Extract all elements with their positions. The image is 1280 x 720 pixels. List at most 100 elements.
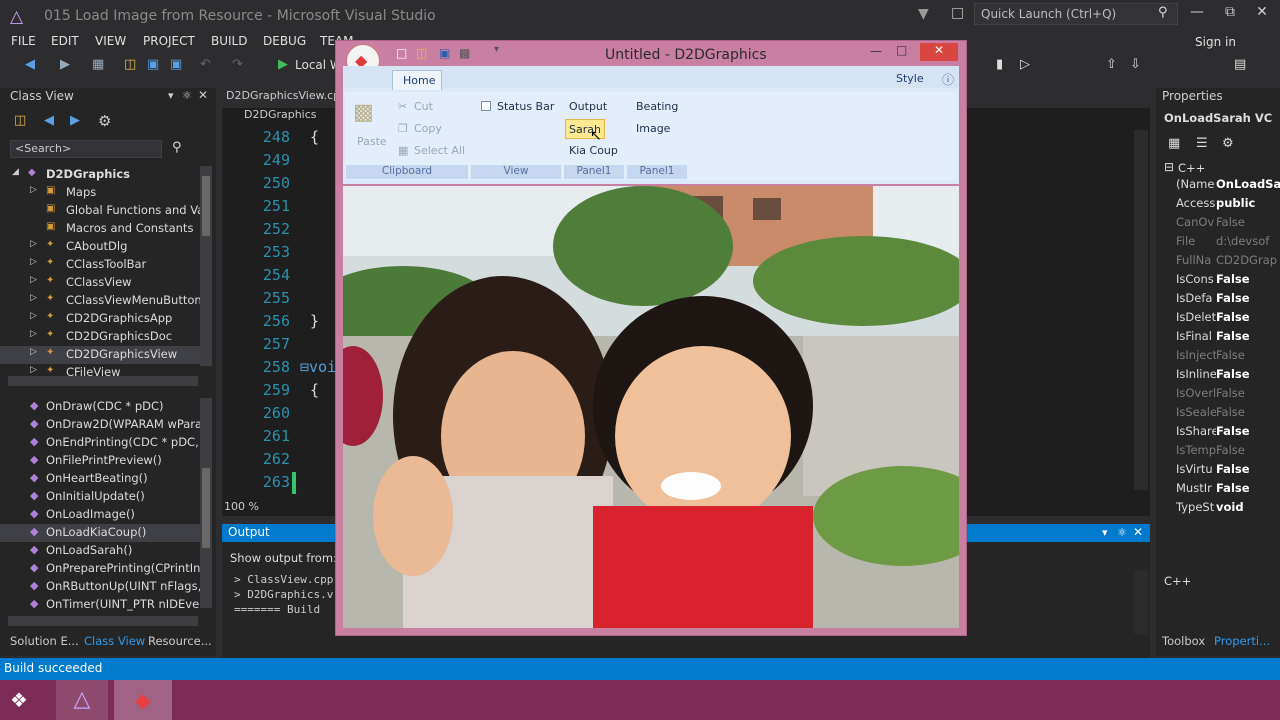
scope-dropdown[interactable]: D2DGraphics xyxy=(228,108,336,124)
property-row[interactable]: (Name OnLoadSa xyxy=(1176,177,1280,196)
image-button[interactable]: Image xyxy=(636,122,670,135)
tree-item[interactable]: ▷ ✦ CClassView xyxy=(0,274,200,292)
search-icon[interactable]: ⚲ xyxy=(172,140,182,155)
app-minimize-button[interactable]: — xyxy=(870,44,882,58)
tree-item[interactable]: ▷ ✦ CD2DGraphicsView xyxy=(0,346,200,364)
quick-launch-input[interactable]: Quick Launch (Ctrl+Q) xyxy=(974,3,1178,25)
taskbar-visual-studio-icon[interactable]: △ xyxy=(56,680,108,720)
member-item[interactable]: ◆ OnLoadImage() xyxy=(0,506,200,524)
property-row[interactable]: IsTemp False xyxy=(1176,443,1280,462)
help-icon[interactable]: ⓘ xyxy=(942,71,954,88)
back-icon[interactable]: ◀ xyxy=(25,57,35,72)
expand-arrow-icon[interactable]: ◢ xyxy=(12,167,19,177)
output-menu-icon[interactable]: ▾ xyxy=(1102,526,1108,539)
ribbon-tab-home[interactable]: Home xyxy=(392,70,442,90)
comment-icon[interactable]: ▤ xyxy=(1234,57,1246,72)
expand-arrow-icon[interactable]: ▷ xyxy=(30,293,37,303)
property-row[interactable]: IsShare False xyxy=(1176,424,1280,443)
category-collapse-icon[interactable]: ⊟ xyxy=(1164,160,1174,174)
member-item[interactable]: ◆ OnPreparePrinting(CPrintInf xyxy=(0,560,200,578)
save-icon[interactable]: ▣ xyxy=(147,57,159,72)
expand-arrow-icon[interactable]: ▷ xyxy=(30,329,37,339)
property-row[interactable]: CanOv False xyxy=(1176,215,1280,234)
member-item[interactable]: ◆ OnTimer(UINT_PTR nIDEven xyxy=(0,596,200,614)
member-item[interactable]: ◆ OnHeartBeating() xyxy=(0,470,200,488)
copy-button[interactable]: Copy xyxy=(414,122,442,135)
qat-print-icon[interactable]: ▩ xyxy=(459,46,470,60)
property-row[interactable]: IsSeale False xyxy=(1176,405,1280,424)
minimize-button[interactable]: — xyxy=(1185,4,1209,24)
status-bar-checkbox[interactable] xyxy=(481,101,491,111)
expand-arrow-icon[interactable]: ▷ xyxy=(30,311,37,321)
app-maximize-button[interactable]: □ xyxy=(896,43,907,57)
windows-start-icon[interactable]: ❖ xyxy=(10,688,36,714)
output-pin-icon[interactable]: ⚛ xyxy=(1117,526,1127,539)
member-item[interactable]: ◆ OnEndPrinting(CDC * pDC, C xyxy=(0,434,200,452)
expand-arrow-icon[interactable]: ▷ xyxy=(30,347,37,357)
undo-icon[interactable]: ↶ xyxy=(200,57,211,72)
tree-item[interactable]: ▣ Macros and Constants xyxy=(0,220,200,238)
expand-arrow-icon[interactable]: ▷ xyxy=(30,239,37,249)
output-button[interactable]: Output xyxy=(569,100,607,113)
app-close-button[interactable]: ✕ xyxy=(920,43,958,61)
member-item[interactable]: ◆ OnFilePrintPreview() xyxy=(0,452,200,470)
editor-file-tab[interactable]: D2DGraphicsView.cp xyxy=(226,89,340,102)
property-row[interactable]: TypeSt void xyxy=(1176,500,1280,519)
expand-arrow-icon[interactable]: ▷ xyxy=(30,365,37,375)
tab-toolbox[interactable]: Toolbox xyxy=(1162,634,1205,648)
bookmark-icon[interactable]: ▮ xyxy=(996,57,1003,72)
zoom-level[interactable]: 100 % xyxy=(224,500,284,513)
menu-edit[interactable]: EDIT xyxy=(51,34,79,48)
tab-resource-view[interactable]: Resource... xyxy=(148,634,212,648)
editor-scrollbar[interactable] xyxy=(1134,130,1148,490)
search-icon[interactable]: ⚲ xyxy=(1158,5,1168,20)
forward-icon[interactable]: ▶ xyxy=(60,57,70,72)
tree-item[interactable]: ▷ ▣ Maps xyxy=(0,184,200,202)
tree-item[interactable]: ▷ ✦ CFileView xyxy=(0,364,200,382)
tab-properties[interactable]: Properti... xyxy=(1214,634,1270,648)
close-button[interactable]: ✕ xyxy=(1250,4,1274,24)
select-all-button[interactable]: Select All xyxy=(414,144,465,157)
member-item[interactable]: ◆ OnDraw(CDC * pDC) xyxy=(0,398,200,416)
output-scrollbar[interactable] xyxy=(1134,570,1148,634)
class-view-search-input[interactable]: <Search> xyxy=(10,140,162,158)
output-close-icon[interactable]: ✕ xyxy=(1133,525,1143,539)
member-item[interactable]: ◆ OnRButtonUp(UINT nFlags, C xyxy=(0,578,200,596)
settings-gear-icon[interactable]: ⚙ xyxy=(98,112,111,130)
paste-button[interactable]: Paste xyxy=(357,135,387,148)
taskbar-d2dgraphics-icon[interactable]: ◆ xyxy=(114,680,172,720)
categorized-icon[interactable]: ▦ xyxy=(1168,136,1180,151)
panel-menu-icon[interactable]: ▾ xyxy=(168,89,174,102)
restore-button[interactable]: ⧉ xyxy=(1218,4,1242,24)
qat-new-icon[interactable]: □ xyxy=(396,46,407,60)
property-row[interactable]: FullNa CD2DGrap xyxy=(1176,253,1280,272)
cut-button[interactable]: Cut xyxy=(414,100,433,113)
properties-object-selector[interactable]: OnLoadSarah VC xyxy=(1164,111,1272,125)
member-item[interactable]: ◆ OnLoadSarah() xyxy=(0,542,200,560)
qat-open-icon[interactable]: ◫ xyxy=(416,46,427,60)
back-nav-icon[interactable]: ◀ xyxy=(44,113,54,128)
property-row[interactable]: IsOverl False xyxy=(1176,386,1280,405)
tree-item[interactable]: ▷ ✦ CClassToolBar xyxy=(0,256,200,274)
alphabetical-icon[interactable]: ☰ xyxy=(1196,136,1208,151)
property-row[interactable]: IsInline False xyxy=(1176,367,1280,386)
tree-item[interactable]: ◢ ◆ D2DGraphics xyxy=(0,166,200,184)
property-row[interactable]: IsDefa False xyxy=(1176,291,1280,310)
menu-build[interactable]: BUILD xyxy=(211,34,247,48)
tree-scrollbar[interactable] xyxy=(200,166,212,366)
redo-icon[interactable]: ↷ xyxy=(232,57,243,72)
property-row[interactable]: Access public xyxy=(1176,196,1280,215)
sign-in-link[interactable]: Sign in xyxy=(1195,35,1236,49)
tab-solution-explorer[interactable]: Solution E... xyxy=(10,634,79,648)
tab-class-view[interactable]: Class View xyxy=(84,634,145,648)
folder-icon[interactable]: ◫ xyxy=(14,113,26,128)
style-menu[interactable]: Style xyxy=(896,72,924,85)
save-all-icon[interactable]: ▣ xyxy=(170,57,182,72)
member-item[interactable]: ◆ OnInitialUpdate() xyxy=(0,488,200,506)
upload-icon[interactable]: ⇧ xyxy=(1106,57,1117,72)
qat-save-icon[interactable]: ▣ xyxy=(439,46,450,60)
property-row[interactable]: IsDelet False xyxy=(1176,310,1280,329)
menu-file[interactable]: FILE xyxy=(11,34,36,48)
forward-nav-icon[interactable]: ▶ xyxy=(70,113,80,128)
pin-icon[interactable]: ⚛ xyxy=(182,89,192,102)
